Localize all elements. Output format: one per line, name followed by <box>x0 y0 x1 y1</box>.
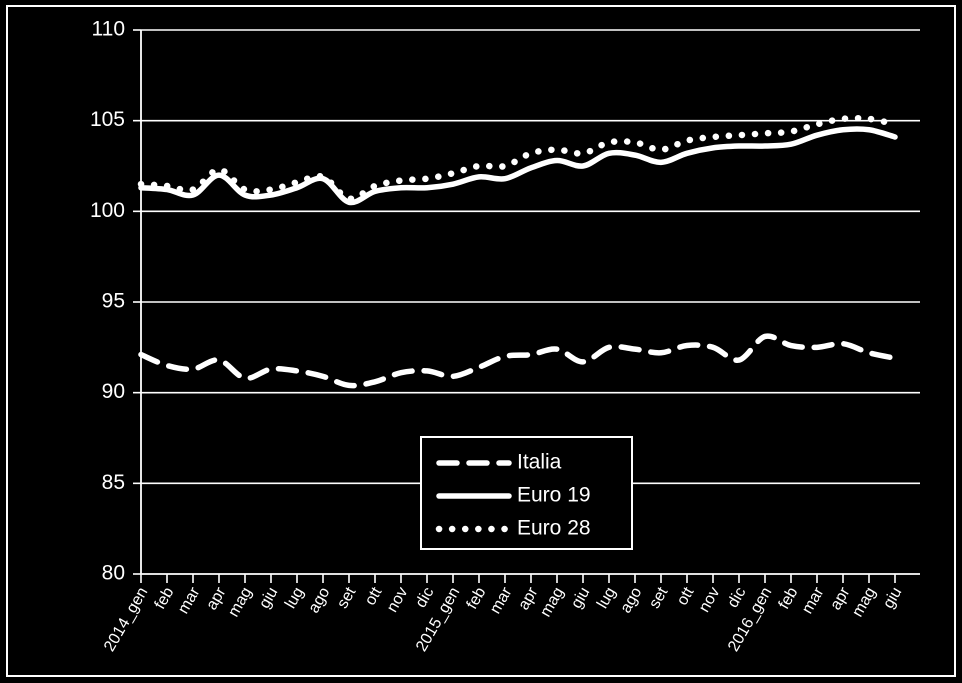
x-axis-label: mar <box>487 584 516 617</box>
series-line-italia <box>138 333 898 389</box>
x-axis-label: feb <box>776 584 802 612</box>
x-axis-label: ago <box>617 584 645 616</box>
x-axis-ticks: 2014_gen febmar aprmag giu lugago set ottnov di… <box>101 574 905 655</box>
x-axis-label: nov <box>384 585 412 616</box>
y-axis-label: 95 <box>102 290 125 313</box>
x-axis-label: ago <box>305 584 333 616</box>
x-axis-label: mag <box>849 585 879 620</box>
x-axis-label: mag <box>537 585 567 620</box>
x-axis-label: feb <box>464 584 490 612</box>
x-axis-label: nov <box>696 585 724 616</box>
x-axis-label: dic <box>413 585 438 611</box>
y-axis-label: 80 <box>102 562 125 585</box>
x-axis-label: set <box>646 584 672 611</box>
x-axis-label: feb <box>152 584 178 612</box>
x-axis-label: giu <box>880 585 905 612</box>
y-axis-label: 105 <box>90 108 125 131</box>
series-group <box>137 114 899 389</box>
series-line-euro-28 <box>137 114 899 202</box>
legend-label: Euro 19 <box>517 484 591 507</box>
x-axis-label: mar <box>175 584 204 617</box>
y-axis-label: 85 <box>102 471 125 494</box>
x-axis-label: mag <box>225 585 255 620</box>
line-chart: 80 85 90 95 100 105 110 2014_gen febmar aprmag giu… <box>90 18 920 655</box>
x-axis-label: ott <box>362 584 386 608</box>
y-axis-label: 100 <box>90 199 125 222</box>
legend: Italia Euro 19 Euro 28 <box>420 436 633 550</box>
y-axis-label: 110 <box>92 18 125 41</box>
legend-label: Italia <box>517 451 562 474</box>
x-axis-label: set <box>334 584 360 611</box>
x-axis-label: mar <box>799 584 828 617</box>
x-axis-label: ott <box>674 584 698 608</box>
x-axis-label: lug <box>282 585 307 612</box>
x-axis-label: lug <box>594 585 619 612</box>
x-axis-label: giu <box>568 585 593 612</box>
x-axis-label: 2014_gen <box>101 585 151 655</box>
x-axis-label: dic <box>725 585 750 611</box>
chart-screenshot: 80 85 90 95 100 105 110 2014_gen feb mar apr mag giu… <box>0 0 962 683</box>
y-axis-label: 90 <box>102 380 125 403</box>
x-axis-label: giu <box>256 585 281 612</box>
legend-label: Euro 28 <box>517 517 591 540</box>
